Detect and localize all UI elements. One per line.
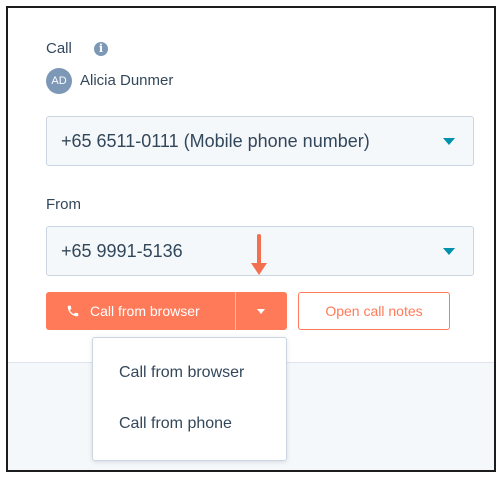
call-button-label: Call from browser (90, 303, 200, 319)
notes-button-label: Open call notes (325, 303, 423, 319)
avatar: AD (46, 68, 72, 94)
to-number-value: +65 6511-0111 (Mobile phone number) (61, 131, 370, 151)
open-call-notes-button[interactable]: Open call notes (298, 292, 450, 330)
info-icon[interactable]: i (94, 42, 108, 56)
call-options-menu: Call from browser Call from phone (92, 337, 287, 461)
contact-name: Alicia Dunmer (80, 72, 174, 89)
phone-icon (67, 305, 79, 317)
caret-down-icon (257, 309, 265, 314)
menu-item-label: Call from browser (119, 364, 245, 381)
annotation-arrow-head (251, 263, 267, 275)
menu-item-call-from-browser[interactable]: Call from browser (93, 353, 286, 393)
to-number-select[interactable]: +65 6511-0111 (Mobile phone number) (46, 116, 474, 166)
from-number-value: +65 9991-5136 (61, 241, 183, 261)
annotation-arrow-shaft (257, 234, 261, 266)
menu-item-label: Call from phone (119, 415, 232, 432)
caret-down-icon (443, 138, 455, 145)
caret-down-icon (443, 248, 455, 255)
call-panel: Call i AD Alicia Dunmer +65 6511-0111 (M… (6, 6, 496, 472)
call-options-dropdown-button[interactable] (236, 292, 287, 330)
call-from-browser-button[interactable]: Call from browser (46, 292, 235, 330)
menu-item-call-from-phone[interactable]: Call from phone (93, 404, 286, 444)
from-label: From (46, 196, 81, 213)
call-label: Call (46, 40, 72, 57)
